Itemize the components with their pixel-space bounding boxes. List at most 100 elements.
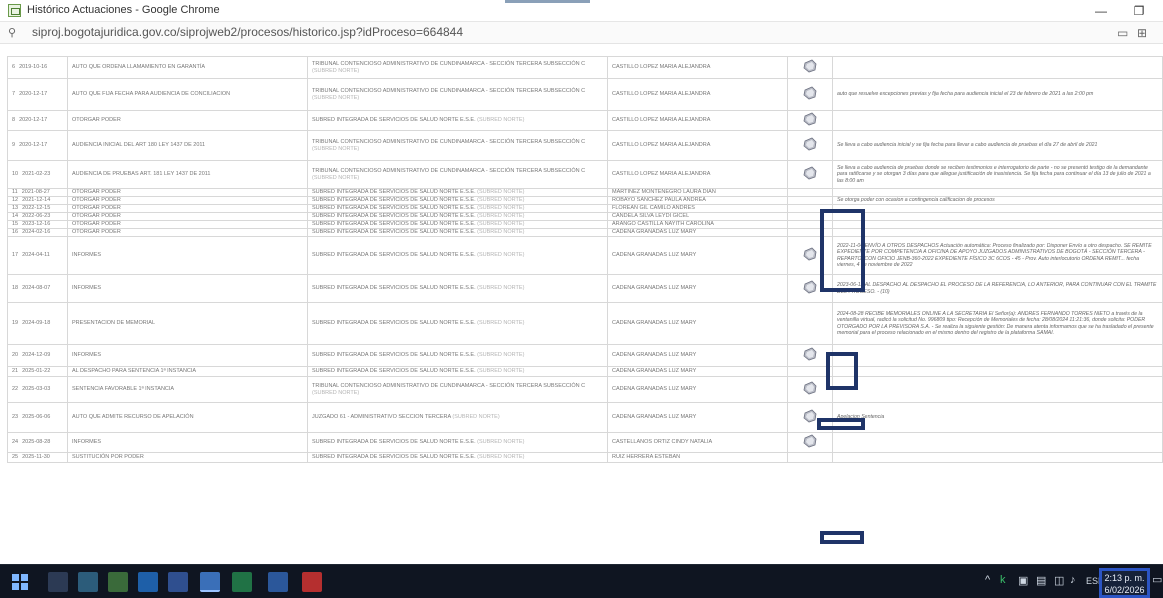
word-taskbar-icon[interactable] xyxy=(268,572,288,592)
despacho-tag: (SUBRED NORTE) xyxy=(312,174,360,181)
actuacion-cell: AUDIENCIA DE PRUEBAS ART. 181 LEY 1437 D… xyxy=(67,160,308,189)
start-button[interactable] xyxy=(12,574,28,590)
tray-app-icon[interactable]: k xyxy=(1000,574,1006,586)
table-row: 8 2020-12-17 OTORGAR PODER SUBRED INTEGRADA… xyxy=(7,110,1163,131)
shield-document-icon[interactable] xyxy=(803,381,817,395)
document-cell xyxy=(787,196,833,205)
volume-icon[interactable]: ♪ xyxy=(1070,574,1076,586)
anotacion-cell xyxy=(832,432,1163,453)
actuacion-cell: AL DESPACHO PARA SENTENCIA 1ª INSTANCIA xyxy=(67,366,308,377)
despacho-name: SUBRED INTEGRADA DE SERVICIOS DE SALUD N… xyxy=(312,352,476,359)
shield-document-icon[interactable] xyxy=(803,86,817,100)
row-number-date: 21 2025-01-22 xyxy=(7,366,68,377)
row-date: 2020-12-17 xyxy=(19,142,48,149)
taskbar-app-icon[interactable] xyxy=(78,572,98,592)
despacho-name: SUBRED INTEGRADA DE SERVICIOS DE SALUD N… xyxy=(312,285,476,292)
despacho-tag: (SUBRED NORTE) xyxy=(477,352,525,359)
actuacion-cell: INFORMES xyxy=(67,236,308,275)
responsable-cell: CASTELLANOS ORTIZ CINDY NATALIA xyxy=(607,432,788,453)
minimize-button[interactable]: — xyxy=(1090,2,1112,20)
translate-icon[interactable]: ⊞ xyxy=(1137,26,1147,40)
table-row: 24 2025-08-28 INFORMES SUBRED INTEGRADA DE … xyxy=(7,432,1163,453)
site-info-icon[interactable]: ⚲ xyxy=(8,26,16,39)
url-field[interactable]: siproj.bogotajuridica.gov.co/siprojweb2/… xyxy=(32,25,463,39)
shield-document-icon[interactable] xyxy=(803,247,817,261)
tray-app-icon[interactable]: ▤ xyxy=(1036,574,1046,587)
actuacion-cell: PRESENTACION DE MEMORIAL xyxy=(67,302,308,345)
responsable-cell: CADENA GRANADAS LUZ MARY xyxy=(607,236,788,275)
notifications-icon[interactable]: ▭ xyxy=(1152,573,1162,586)
shield-document-icon[interactable] xyxy=(803,137,817,151)
despacho-tag: (SUBRED NORTE) xyxy=(477,439,525,446)
despacho-cell: SUBRED INTEGRADA DE SERVICIOS DE SALUD N… xyxy=(307,274,608,303)
row-number-date: 7 2020-12-17 xyxy=(7,78,68,111)
despacho-tag: (SUBRED NORTE) xyxy=(477,229,525,236)
clock[interactable]: 2:13 p. m. 6/02/2026 xyxy=(1099,568,1150,598)
taskbar-app-icon[interactable] xyxy=(168,572,188,592)
table-row: 15 2023-12-16 OTORGAR PODER SUBRED INTEGRAD… xyxy=(7,220,1163,229)
address-bar: ⚲ siproj.bogotajuridica.gov.co/siprojweb… xyxy=(0,22,1163,44)
shield-document-icon[interactable] xyxy=(803,434,817,448)
network-icon[interactable]: ◫ xyxy=(1054,574,1064,587)
taskbar-app-icon[interactable] xyxy=(138,572,158,592)
pdf-taskbar-icon[interactable] xyxy=(302,572,322,592)
clock-time: 2:13 p. m. xyxy=(1104,573,1145,583)
shield-document-icon[interactable] xyxy=(803,112,817,126)
row-number-date: 20 2024-12-09 xyxy=(7,344,68,367)
despacho-cell: SUBRED INTEGRADA DE SERVICIOS DE SALUD N… xyxy=(307,220,608,229)
historico-page: 6 2019-10-16 AUTO QUE ORDENA LLAMAMIENTO E… xyxy=(0,44,1163,564)
responsable-cell: MARTINEZ MONTENEGRO LAURA DIAN xyxy=(607,188,788,197)
shield-document-icon[interactable] xyxy=(803,166,817,180)
row-date: 2020-12-17 xyxy=(19,117,48,124)
despacho-name: SUBRED INTEGRADA DE SERVICIOS DE SALUD N… xyxy=(312,197,476,204)
shield-document-icon[interactable] xyxy=(803,59,817,73)
taskbar-app-icon[interactable] xyxy=(108,572,128,592)
row-date: 2025-11-30 xyxy=(22,454,50,461)
taskbar-app-icon[interactable] xyxy=(48,572,68,592)
responsable-cell: CADENA GRANADAS LUZ MARY xyxy=(607,376,788,403)
restore-button[interactable]: ❐ xyxy=(1128,2,1150,20)
despacho-cell: SUBRED INTEGRADA DE SERVICIOS DE SALUD N… xyxy=(307,188,608,197)
row-number-date: 22 2025-03-03 xyxy=(7,376,68,403)
document-cell xyxy=(787,188,833,197)
table-row: 25 2025-11-30 SUSTITUCIÓN POR PODER SUBRED … xyxy=(7,452,1163,463)
row-number: 23 xyxy=(12,414,19,421)
actuacion-cell: AUTO QUE FIJA FECHA PARA AUDIENCIA DE CO… xyxy=(67,78,308,111)
anotacion-cell: Se lleva a cabo audiencia de pruebas don… xyxy=(832,160,1163,189)
actuacion-cell: OTORGAR PODER xyxy=(67,228,308,237)
excel-taskbar-icon[interactable] xyxy=(232,572,252,592)
despacho-cell: SUBRED INTEGRADA DE SERVICIOS DE SALUD N… xyxy=(307,228,608,237)
clock-date: 6/02/2026 xyxy=(1104,585,1145,595)
responsable-cell: CADENA GRANADAS LUZ MARY xyxy=(607,366,788,377)
despacho-name: TRIBUNAL CONTENCIOSO ADMINISTRATIVO DE C… xyxy=(312,168,586,174)
chrome-taskbar-icon[interactable] xyxy=(200,572,220,592)
shield-document-icon[interactable] xyxy=(803,347,817,361)
window-title-bar: Histórico Actuaciones - Google Chrome — … xyxy=(0,0,1163,22)
responsable-cell: ARANGO CASTILLA NAYITH CAROLINA xyxy=(607,220,788,229)
despacho-cell: SUBRED INTEGRADA DE SERVICIOS DE SALUD N… xyxy=(307,196,608,205)
document-cell xyxy=(787,56,833,79)
tray-app-icon[interactable]: ▣ xyxy=(1018,574,1028,587)
anotacion-cell xyxy=(832,220,1163,229)
despacho-name: TRIBUNAL CONTENCIOSO ADMINISTRATIVO DE C… xyxy=(312,139,586,145)
table-row: 11 2021-08-27 OTORGAR PODER SUBRED INTEGRAD… xyxy=(7,188,1163,197)
despacho-cell: SUBRED INTEGRADA DE SERVICIOS DE SALUD N… xyxy=(307,452,608,463)
shield-document-icon[interactable] xyxy=(803,280,817,294)
row-number: 15 xyxy=(12,221,19,228)
chevron-up-icon[interactable]: ^ xyxy=(985,574,990,586)
anotacion-cell: 2023-06-12 AL DESPACHO AL DESPACHO EL PR… xyxy=(832,274,1163,303)
anotacion-cell: 2022-11-04 ENVÍO A OTROS DESPACHOS Actua… xyxy=(832,236,1163,275)
shield-document-icon[interactable] xyxy=(803,409,817,423)
table-row: 9 2020-12-17 AUDIENCIA INICIAL DEL ART 180… xyxy=(7,130,1163,161)
row-number: 19 xyxy=(12,320,19,327)
highlight-box xyxy=(817,418,865,430)
actuacion-cell: OTORGAR PODER xyxy=(67,110,308,131)
despacho-tag: (SUBRED NORTE) xyxy=(312,145,360,152)
responsable-cell: ROBAYO SANCHEZ PAULA ANDREA xyxy=(607,196,788,205)
row-date: 2021-12-14 xyxy=(22,197,51,204)
despacho-cell: TRIBUNAL CONTENCIOSO ADMINISTRATIVO DE C… xyxy=(307,130,608,161)
actuacion-cell: OTORGAR PODER xyxy=(67,204,308,213)
cast-icon[interactable]: ▭ xyxy=(1117,26,1128,40)
anotacion-cell: 2024-08-28 RECIBE MEMORIALES ONLINE A LA… xyxy=(832,302,1163,345)
despacho-name: SUBRED INTEGRADA DE SERVICIOS DE SALUD N… xyxy=(312,454,476,461)
